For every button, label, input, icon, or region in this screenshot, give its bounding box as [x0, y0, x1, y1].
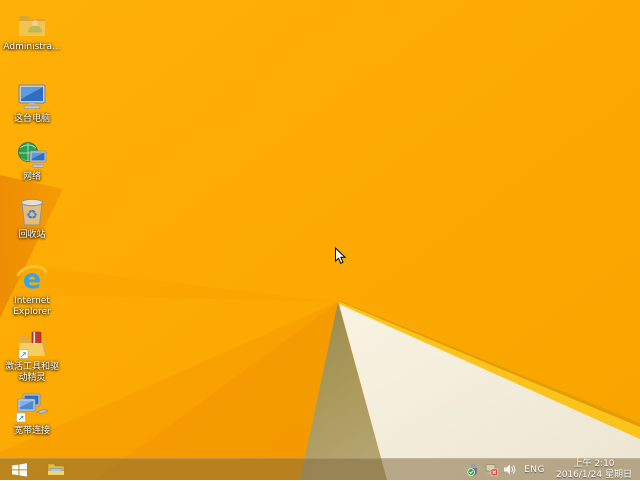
desktop-icon-activation-tools[interactable]: ↗ 激活工具和驱动精灵: [0, 326, 64, 384]
folder-with-book-icon: ↗: [16, 326, 48, 360]
internet-explorer-icon: e: [16, 260, 48, 294]
svg-text:↗: ↗: [18, 414, 25, 423]
desktop-icon-label: 激活工具和驱动精灵: [4, 362, 59, 383]
start-button[interactable]: [0, 459, 38, 481]
desktop-icon-internet-explorer[interactable]: e Internet Explorer: [0, 260, 64, 318]
desktop-icon-network[interactable]: 网络: [0, 136, 64, 183]
desktop-icon-broadband-connection[interactable]: ↗ 宽带连接: [0, 390, 64, 437]
windows-logo-icon: [11, 462, 27, 476]
wallpaper-windows81-orange: [0, 0, 640, 480]
safely-remove-hardware-icon[interactable]: [467, 463, 480, 476]
desktop-icon-label: 网络: [22, 172, 41, 182]
taskbar-clock[interactable]: 上午 2:10 2016/1/24 星期日: [554, 459, 634, 480]
user-folder-icon: [16, 6, 48, 40]
language-indicator[interactable]: ENG: [524, 465, 545, 475]
desktop-icon-label: Administra...: [3, 42, 61, 52]
recycle-bin-icon: ♻: [18, 194, 46, 228]
computer-icon: [16, 78, 48, 112]
desktop-icon-label: 回收站: [18, 230, 46, 240]
file-explorer-icon: [47, 463, 65, 476]
clock-time: 上午 2:10: [573, 459, 615, 469]
desktop-icon-label: Internet Explorer: [13, 296, 51, 317]
system-tray: ENG 上午 2:10 2016/1/24 星期日: [467, 459, 640, 480]
volume-icon[interactable]: [503, 463, 516, 476]
desktop-icon-label: 这台电脑: [13, 114, 50, 124]
clock-date: 2016/1/24 星期日: [555, 469, 632, 480]
svg-text:↗: ↗: [20, 350, 27, 359]
broadband-connection-icon: ↗: [14, 390, 50, 424]
desktop-icon-label: 宽带连接: [13, 426, 50, 436]
taskbar: ENG 上午 2:10 2016/1/24 星期日: [0, 458, 640, 480]
network-status-icon[interactable]: [485, 463, 498, 476]
network-globe-icon: [16, 136, 48, 170]
desktop-icon-this-pc[interactable]: 这台电脑: [0, 78, 64, 125]
desktop-icon-administrator[interactable]: Administra...: [0, 6, 64, 53]
desktop: Administra... 这台电脑 网络 ♻ 回收站 e Internet E…: [0, 0, 640, 480]
svg-text:♻: ♻: [26, 208, 38, 223]
desktop-icon-recycle-bin[interactable]: ♻ 回收站: [0, 194, 64, 241]
file-explorer-taskbar-button[interactable]: [38, 459, 74, 481]
